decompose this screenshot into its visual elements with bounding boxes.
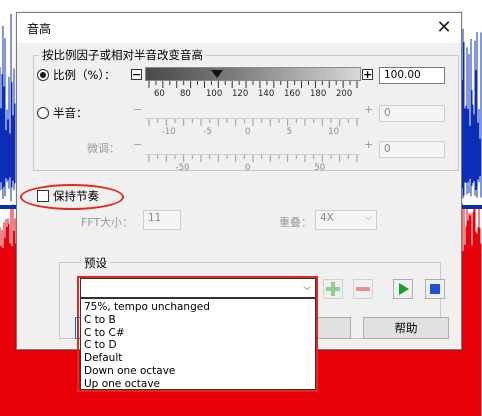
fine-tick-labels: -50 0 50 [145,163,361,175]
fine-increase-button[interactable]: + [364,138,373,151]
fine-slider-ticks [148,155,358,162]
fine-slider-track[interactable] [145,141,361,155]
tick-label: 0 [245,127,251,137]
preset-group-title: 预设 [81,255,110,271]
overlap-label: 重叠： [279,216,312,229]
ratio-decrease-button[interactable]: − [131,69,142,80]
semitone-increase-button[interactable]: + [364,103,373,116]
dialog-title: 音高 [27,22,52,36]
ratio-radio[interactable] [37,69,49,81]
ratio-slider-ticks [148,81,358,88]
highlight-rectangle [77,276,318,392]
tick-label: 200 [336,89,353,99]
tick-label: 100 [206,89,223,99]
semitone-value-input[interactable]: 0 [379,105,445,122]
tick-label: -5 [203,127,212,137]
tick-label: 140 [258,89,275,99]
semitone-tick-labels: -10 -5 0 5 10 [145,127,361,139]
ratio-increase-button[interactable]: + [362,69,373,80]
semitone-radio[interactable] [37,107,49,119]
highlight-ellipse [20,184,124,210]
overlap-value: 4X [320,212,334,224]
tick-label: 180 [310,89,327,99]
ratio-slider-thumb[interactable] [211,68,223,80]
ratio-tick-labels: 60 80 100 120 140 160 180 200 [145,89,361,101]
tick-label: -10 [161,127,176,137]
tick-label: 80 [180,89,191,99]
pitch-change-group-title: 按比例因子或相对半音改变音高 [39,47,206,63]
semitone-slider-track[interactable] [145,105,361,119]
tick-label: 5 [286,127,293,137]
tick-label: -50 [175,163,190,173]
ratio-label: 比例（%）： [53,68,116,82]
tick-label: 50 [314,163,326,173]
ratio-value-input[interactable]: 100.00 [379,67,445,84]
tick-label: 0 [245,163,251,173]
play-preview-icon[interactable] [393,279,413,299]
chevron-down-icon: ⌵ [365,213,372,223]
close-icon[interactable]: ✕ [431,15,457,41]
tick-label: 60 [154,89,165,99]
remove-preset-icon[interactable] [353,279,373,299]
add-preset-icon[interactable] [323,279,343,299]
help-button[interactable]: 帮助 [363,317,449,339]
fine-decrease-button[interactable]: − [133,138,142,151]
ratio-slider-track[interactable] [145,67,361,81]
fft-size-label: FFT大小： [81,216,134,229]
radio-selected-dot [40,72,46,78]
semitone-decrease-button[interactable]: − [133,103,142,116]
title-bar: 音高 ✕ [17,13,461,43]
fine-value-input[interactable]: 0 [379,141,445,158]
semitone-slider-ticks [148,119,358,126]
tick-label: 120 [232,89,249,99]
overlap-select[interactable]: 4X ⌵ [315,210,377,230]
fine-tune-label: 微调： [87,142,120,155]
tick-label: 10 [328,127,340,137]
semitone-label: 半音： [53,106,88,120]
fft-size-input[interactable]: 11 [143,210,181,230]
tick-label: 160 [284,89,301,99]
stop-preview-icon[interactable] [425,279,445,299]
